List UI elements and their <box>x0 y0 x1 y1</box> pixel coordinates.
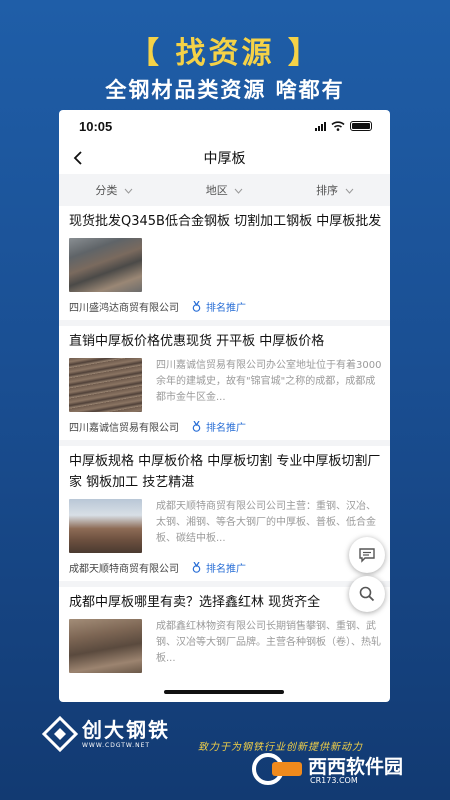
listing-body: 成都天顺特商贸有限公司公司主营：重钢、汉冶、太钢、湘钢、等各大钢厂的中厚板、普板… <box>69 499 382 553</box>
filter-sort[interactable]: 排序 <box>280 182 390 198</box>
list-item[interactable]: 现货批发Q345B低合金钢板 切割加工钢板 中厚板批发 四川盛鸿达商贸有限公司 … <box>59 206 390 326</box>
watermark-name: 西西软件园 <box>308 756 404 778</box>
phone-screen: 10:05 中厚板 分类 地区 排序 现货批发Q345B低合金钢板 切割加工钢板… <box>59 110 390 702</box>
page-title: 中厚板 <box>203 151 246 167</box>
filter-category-label: 分类 <box>95 184 118 197</box>
promo-label: 排名推广 <box>206 563 246 575</box>
list-item[interactable]: 成都中厚板哪里有卖？选择鑫红林 现货齐全 成都鑫红林物资有限公司长期销售攀钢、重… <box>59 587 390 673</box>
listing-description: 成都鑫红林物资有限公司长期销售攀钢、重钢、武钢、汉冶等大钢厂品牌。主营各种钢板（… <box>156 621 381 664</box>
brand-logo: 创大钢铁 WWW.CDGTW.NET <box>42 714 202 756</box>
brand-name: 创大钢铁 <box>82 718 170 742</box>
search-button[interactable] <box>349 576 385 612</box>
watermark-logo: 西西软件园 CR173.COM <box>252 752 432 788</box>
medal-icon <box>192 420 201 432</box>
listing-footer: 四川嘉诚信贸易有限公司 排名推广 <box>69 412 382 440</box>
promo-badge: 排名推广 <box>191 419 246 434</box>
filter-sort-label: 排序 <box>316 184 339 197</box>
home-indicator <box>164 690 284 694</box>
company-name: 四川盛鸿达商贸有限公司 <box>69 302 179 314</box>
company-name: 四川嘉诚信贸易有限公司 <box>69 422 179 434</box>
banner-headline: 【 找资源 】 <box>129 36 321 71</box>
filter-region[interactable]: 地区 <box>169 182 279 198</box>
listing-footer: 四川盛鸿达商贸有限公司 排名推广 <box>69 292 382 320</box>
listing-title: 中厚板规格 中厚板价格 中厚板切割 专业中厚板切割厂家 钢板加工 技艺精湛 <box>69 454 381 490</box>
filter-bar: 分类 地区 排序 <box>59 174 390 206</box>
chevron-down-icon <box>124 188 133 194</box>
listing-title: 成都中厚板哪里有卖？选择鑫红林 现货齐全 <box>69 595 321 610</box>
listing-title: 现货批发Q345B低合金钢板 切割加工钢板 中厚板批发 <box>69 214 382 229</box>
banner-subline: 全钢材品类资源 啥都有 <box>105 78 345 102</box>
listing-description: 四川嘉诚信贸易有限公司办公室地址位于有着3000余年的建城史，故有"锦官城"之称… <box>156 360 382 403</box>
status-bar: 10:05 <box>59 110 390 142</box>
chevron-down-icon <box>234 188 243 194</box>
listing-body: 四川嘉诚信贸易有限公司办公室地址位于有着3000余年的建城史，故有"锦官城"之称… <box>69 358 382 412</box>
company-name: 成都天顺特商贸有限公司 <box>69 563 179 575</box>
watermark-url: CR173.COM <box>310 776 358 785</box>
message-button[interactable] <box>349 537 385 573</box>
nav-bar: 中厚板 <box>59 142 390 174</box>
brand-url: WWW.CDGTW.NET <box>82 742 151 749</box>
listing-description: 成都天顺特商贸有限公司公司主营：重钢、汉冶、太钢、湘钢、等各大钢厂的中厚板、普板… <box>156 501 376 544</box>
product-thumbnail <box>69 238 142 292</box>
list-item[interactable]: 直销中厚板价格优惠现货 开平板 中厚板价格 四川嘉诚信贸易有限公司办公室地址位于… <box>59 326 390 446</box>
product-thumbnail <box>69 619 142 673</box>
slogan: 致力于为钢铁行业创新提供新动力 <box>198 742 363 753</box>
status-icons <box>315 121 372 131</box>
cellular-signal-icon <box>315 121 326 131</box>
brand-mark-icon <box>42 716 78 752</box>
filter-region-label: 地区 <box>205 184 228 197</box>
medal-icon <box>192 561 201 573</box>
product-thumbnail <box>69 358 142 412</box>
listing-list: 现货批发Q345B低合金钢板 切割加工钢板 中厚板批发 四川盛鸿达商贸有限公司 … <box>59 206 390 673</box>
listing-footer: 成都天顺特商贸有限公司 排名推广 <box>69 553 382 581</box>
filter-category[interactable]: 分类 <box>59 182 169 198</box>
wifi-icon <box>331 121 345 131</box>
medal-icon <box>192 300 201 312</box>
status-time: 10:05 <box>79 118 113 134</box>
watermark-mark-icon <box>252 753 302 785</box>
product-thumbnail <box>69 499 142 553</box>
back-arrow-icon[interactable] <box>69 148 89 168</box>
promo-label: 排名推广 <box>206 422 246 434</box>
list-item[interactable]: 中厚板规格 中厚板价格 中厚板切割 专业中厚板切割厂家 钢板加工 技艺精湛 成都… <box>59 446 390 587</box>
chevron-down-icon <box>345 188 353 194</box>
listing-title: 直销中厚板价格优惠现货 开平板 中厚板价格 <box>69 334 325 349</box>
promo-label: 排名推广 <box>206 302 246 314</box>
promo-badge: 排名推广 <box>191 299 246 314</box>
search-icon <box>359 586 375 602</box>
promo-badge: 排名推广 <box>191 560 246 575</box>
listing-body <box>69 238 382 292</box>
listing-body: 成都鑫红林物资有限公司长期销售攀钢、重钢、武钢、汉冶等大钢厂品牌。主营各种钢板（… <box>69 619 382 673</box>
battery-icon <box>350 121 372 131</box>
chat-icon <box>359 548 375 563</box>
